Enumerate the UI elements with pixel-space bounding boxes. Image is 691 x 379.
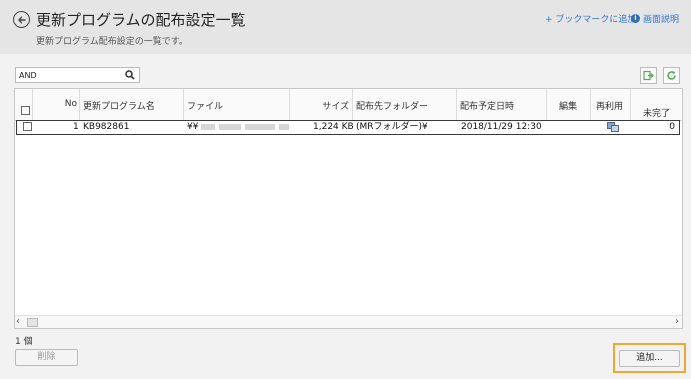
page-header: 更新プログラムの配布設定一覧 更新プログラム配布設定の一覧です。 + ブックマー… [0,0,691,54]
redacted-file-path [219,124,241,130]
add-button[interactable]: 追加... [619,350,680,367]
column-header-edit: 編集 [547,89,591,120]
column-header-no[interactable]: No [33,89,80,120]
search-input[interactable] [19,69,119,81]
distribution-table: No 更新プログラム名 ファイル サイズ 配布先フォルダー 配布予定日時 編集 … [14,88,683,329]
column-header-file[interactable]: ファイル [184,89,290,120]
column-header-size[interactable]: サイズ [290,89,353,120]
back-button[interactable] [13,11,30,28]
scroll-thumb[interactable] [27,318,38,327]
delete-button[interactable]: 削除 [15,349,78,366]
info-icon: i [631,14,640,23]
export-button[interactable] [640,67,657,84]
redacted-file-path [279,124,289,130]
add-button-highlight: 追加... [613,343,686,373]
screen-help-label: 画面説明 [643,15,680,25]
add-bookmark-link[interactable]: + ブックマークに追加 [545,12,636,25]
column-header-incomplete[interactable]: 未完了 [631,89,682,120]
column-header-name[interactable]: 更新プログラム名 [80,89,184,120]
redacted-file-path [201,124,215,130]
row-folder: (MRフォルダー)¥ [356,122,428,132]
select-all-checkbox[interactable] [21,106,30,115]
row-size: 1,224 KB [313,122,354,132]
screen-help-link[interactable]: i 画面説明 [631,12,679,25]
refresh-icon [667,71,676,80]
scroll-right-arrow-icon[interactable]: › [675,316,679,327]
item-count: 1 個 [15,337,33,347]
header-select-all [15,89,33,120]
row-checkbox[interactable] [23,122,32,131]
column-header-reuse: 再利用 [591,89,631,120]
page-subtitle: 更新プログラム配布設定の一覧です。 [36,37,188,47]
refresh-button[interactable] [663,67,680,84]
horizontal-scrollbar[interactable]: ‹ › [15,315,682,328]
row-incomplete: 0 [669,122,675,132]
row-program-name: KB982861 [83,122,130,132]
column-header-folder[interactable]: 配布先フォルダー [353,89,457,120]
scroll-left-arrow-icon[interactable]: ‹ [16,316,20,327]
column-header-scheduled[interactable]: 配布予定日時 [457,89,547,120]
row-scheduled: 2018/11/29 12:30 [461,122,542,132]
search-box [15,67,140,83]
table-header: No 更新プログラム名 ファイル サイズ 配布先フォルダー 配布予定日時 編集 … [15,89,682,121]
row-no: 1 [73,122,79,132]
copy-icon[interactable] [607,122,619,132]
redacted-file-path [245,124,275,130]
row-file: ¥¥ [187,122,199,132]
arrow-left-icon [17,16,26,23]
search-icon[interactable] [125,70,135,80]
export-icon [643,70,654,81]
table-row[interactable]: 1 KB982861 ¥¥ 1,224 KB (MRフォルダー)¥ 2018/1… [16,120,680,135]
page-title: 更新プログラムの配布設定一覧 [36,11,246,29]
